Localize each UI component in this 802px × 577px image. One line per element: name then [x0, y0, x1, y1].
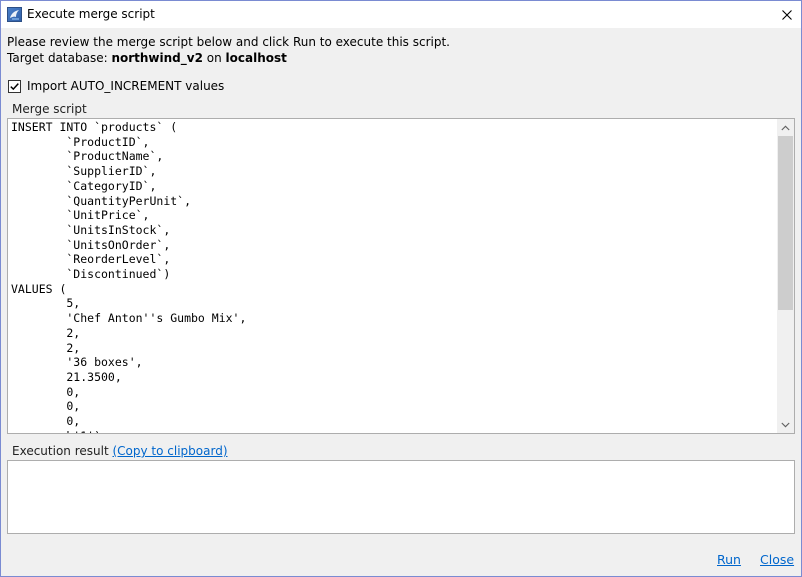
execution-result-header: Execution result (Copy to clipboard): [12, 444, 228, 458]
copy-to-clipboard-link[interactable]: (Copy to clipboard): [112, 444, 227, 458]
chevron-up-icon: [781, 125, 790, 130]
host-name: localhost: [225, 51, 287, 65]
target-database-line: Target database: northwind_v2 on localho…: [7, 50, 450, 66]
merge-script-code[interactable]: INSERT INTO `products` ( `ProductID`, `P…: [11, 120, 246, 433]
merge-script-dialog: Execute merge script Please review the m…: [0, 0, 802, 577]
title-bar[interactable]: Execute merge script: [1, 1, 801, 28]
window-title: Execute merge script: [27, 7, 155, 21]
chevron-down-icon: [781, 422, 790, 427]
scrollbar-thumb[interactable]: [778, 136, 793, 310]
merge-script-label: Merge script: [12, 102, 87, 116]
target-prefix: Target database:: [7, 51, 112, 65]
dolphin-app-icon: [7, 7, 22, 22]
close-window-button[interactable]: [773, 1, 801, 28]
on-word: on: [202, 51, 226, 65]
execution-result-label: Execution result: [12, 444, 109, 458]
close-button[interactable]: Close: [760, 552, 794, 568]
instruction-text: Please review the merge script below and…: [7, 35, 450, 49]
info-text: Please review the merge script below and…: [7, 34, 450, 66]
merge-script-scrollbar[interactable]: [777, 119, 794, 433]
run-button[interactable]: Run: [717, 552, 741, 568]
import-auto-increment-checkbox[interactable]: [8, 79, 21, 93]
checkmark-icon: [10, 82, 19, 90]
import-auto-increment-option[interactable]: Import AUTO_INCREMENT values: [8, 78, 224, 94]
scroll-up-button[interactable]: [777, 119, 794, 136]
import-auto-increment-label: Import AUTO_INCREMENT values: [27, 79, 225, 93]
scroll-down-button[interactable]: [777, 416, 794, 433]
execution-result-box[interactable]: [7, 460, 795, 534]
close-icon: [782, 9, 792, 20]
merge-script-editor[interactable]: INSERT INTO `products` ( `ProductID`, `P…: [7, 118, 795, 434]
database-name: northwind_v2: [111, 51, 203, 65]
